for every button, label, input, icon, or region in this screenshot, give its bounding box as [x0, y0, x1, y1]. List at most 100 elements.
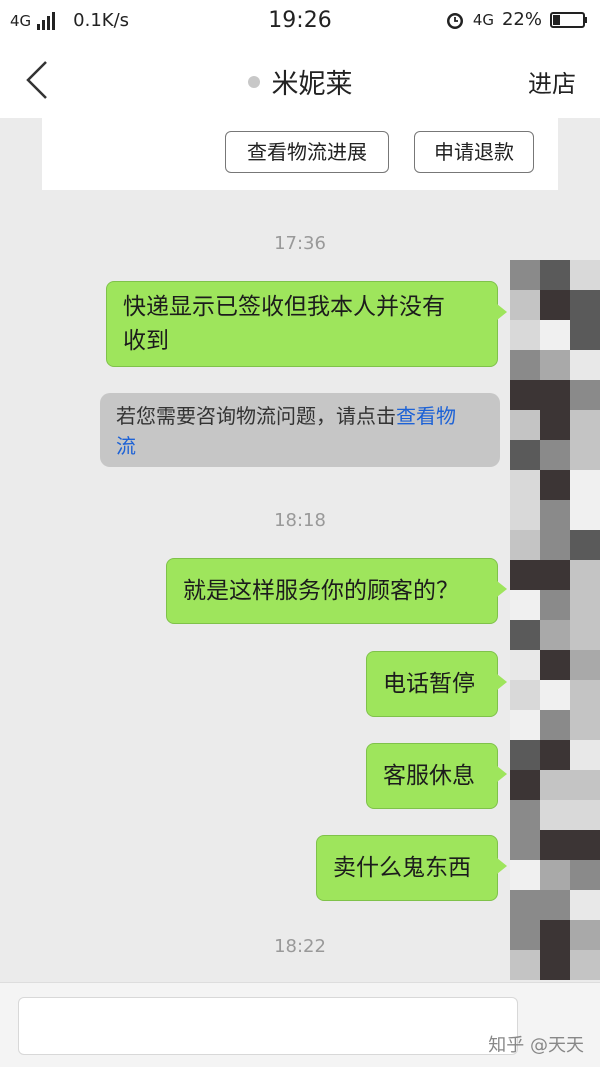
message-bubble[interactable]: 就是这样服务你的顾客的？: [166, 558, 507, 624]
refund-button[interactable]: 申请退款: [414, 131, 534, 173]
mosaic-cell: [510, 290, 540, 320]
system-message-text: 若您需要咨询物流问题，请点击: [116, 404, 396, 428]
mosaic-cell: [570, 410, 600, 440]
page-title: 米妮莱: [271, 69, 353, 100]
message-text: 卖什么鬼东西: [333, 855, 471, 881]
mosaic-cell: [570, 650, 600, 680]
mosaic-cell: [570, 350, 600, 380]
message-text: 就是这样服务你的顾客的？: [183, 578, 459, 604]
battery-icon: [550, 11, 587, 28]
mosaic-cell: [540, 890, 570, 920]
mosaic-cell: [510, 350, 540, 380]
message-text: 电话暂停: [383, 671, 475, 697]
mosaic-cell: [510, 740, 540, 770]
mosaic-cell: [540, 290, 570, 320]
view-logistics-button[interactable]: 查看物流进展: [225, 131, 389, 173]
mosaic-cell: [540, 470, 570, 500]
mosaic-cell: [510, 800, 540, 830]
mosaic-cell: [510, 860, 540, 890]
shop-link[interactable]: 进店: [528, 64, 576, 99]
order-card: 查看物流进展 申请退款: [42, 118, 558, 190]
message-bubble[interactable]: 卖什么鬼东西: [316, 835, 507, 901]
nav-bar: 米妮莱 进店: [0, 42, 600, 118]
mosaic-cell: [510, 590, 540, 620]
mosaic-cell: [510, 560, 540, 590]
mosaic-cell: [570, 530, 600, 560]
mosaic-cell: [540, 860, 570, 890]
mosaic-cell: [540, 380, 570, 410]
message-input[interactable]: [18, 997, 518, 1055]
view-logistics-link-cont[interactable]: 流: [116, 434, 136, 458]
mosaic-cell: [570, 800, 600, 830]
mosaic-cell: [510, 410, 540, 440]
mosaic-cell: [570, 860, 600, 890]
mosaic-cell: [540, 620, 570, 650]
timestamp: 18:18: [274, 510, 326, 531]
mosaic-cell: [510, 890, 540, 920]
mosaic-cell: [540, 740, 570, 770]
status-bar: 4G 0.1K/s 19:26 4G 22%: [0, 0, 600, 42]
chat-screen: 4G 0.1K/s 19:26 4G 22% 米妮莱 进店 查看物流进展 申请退…: [0, 0, 600, 1067]
alarm-icon: [446, 12, 463, 29]
status-dot-icon: [247, 75, 260, 88]
mosaic-cell: [510, 440, 540, 470]
mosaic-cell: [570, 890, 600, 920]
input-bar: 知乎 @天天: [0, 982, 600, 1067]
mosaic-cell: [570, 710, 600, 740]
mosaic-cell: [510, 680, 540, 710]
mosaic-cell: [540, 830, 570, 860]
mosaic-cell: [570, 560, 600, 590]
mosaic-cell: [570, 830, 600, 860]
mosaic-cell: [570, 470, 600, 500]
message-bubble[interactable]: 快递显示已签收但我本人并没有 收到: [106, 281, 507, 367]
timestamp: 18:22: [274, 936, 326, 957]
mosaic-cell: [540, 650, 570, 680]
mosaic-cell: [570, 380, 600, 410]
mosaic-cell: [510, 260, 540, 290]
mosaic-cell: [540, 560, 570, 590]
mosaic-cell: [510, 530, 540, 560]
mosaic-cell: [510, 320, 540, 350]
pixelated-avatar: [506, 240, 600, 985]
mosaic-cell: [540, 410, 570, 440]
mosaic-cell: [510, 830, 540, 860]
mosaic-cell: [510, 620, 540, 650]
mosaic-cell: [570, 590, 600, 620]
message-text-line: 收到: [123, 328, 169, 354]
nav-title-wrap: 米妮莱: [0, 62, 600, 101]
network-type-right: 4G: [472, 10, 494, 29]
mosaic-cell: [540, 800, 570, 830]
mosaic-cell: [570, 320, 600, 350]
mosaic-cell: [540, 320, 570, 350]
message-text-line: 快递显示已签收但我本人并没有: [123, 294, 445, 320]
mosaic-cell: [570, 740, 600, 770]
mosaic-cell: [570, 770, 600, 800]
timestamp: 17:36: [274, 233, 326, 254]
mosaic-cell: [540, 350, 570, 380]
mosaic-cell: [540, 710, 570, 740]
system-message: 若您需要咨询物流问题，请点击查看物 流: [100, 393, 500, 467]
mosaic-cell: [510, 710, 540, 740]
watermark: 知乎 @天天: [488, 1035, 584, 1056]
message-bubble[interactable]: 电话暂停: [366, 651, 507, 717]
mosaic-cell: [570, 440, 600, 470]
mosaic-cell: [510, 650, 540, 680]
mosaic-cell: [540, 260, 570, 290]
mosaic-cell: [540, 530, 570, 560]
mosaic-cell: [510, 470, 540, 500]
mosaic-cell: [510, 770, 540, 800]
mosaic-cell: [540, 680, 570, 710]
message-text: 客服休息: [383, 763, 475, 789]
message-bubble[interactable]: 客服休息: [366, 743, 507, 809]
mosaic-cell: [540, 770, 570, 800]
view-logistics-link[interactable]: 查看物: [396, 404, 456, 428]
mosaic-cell: [570, 290, 600, 320]
mosaic-cell: [540, 590, 570, 620]
battery-percent: 22%: [501, 9, 542, 30]
mosaic-cell: [570, 680, 600, 710]
mosaic-cell: [510, 380, 540, 410]
status-right: 4G 22%: [445, 9, 588, 30]
mosaic-cell: [570, 620, 600, 650]
mosaic-cell: [570, 260, 600, 290]
mosaic-cell: [540, 440, 570, 470]
